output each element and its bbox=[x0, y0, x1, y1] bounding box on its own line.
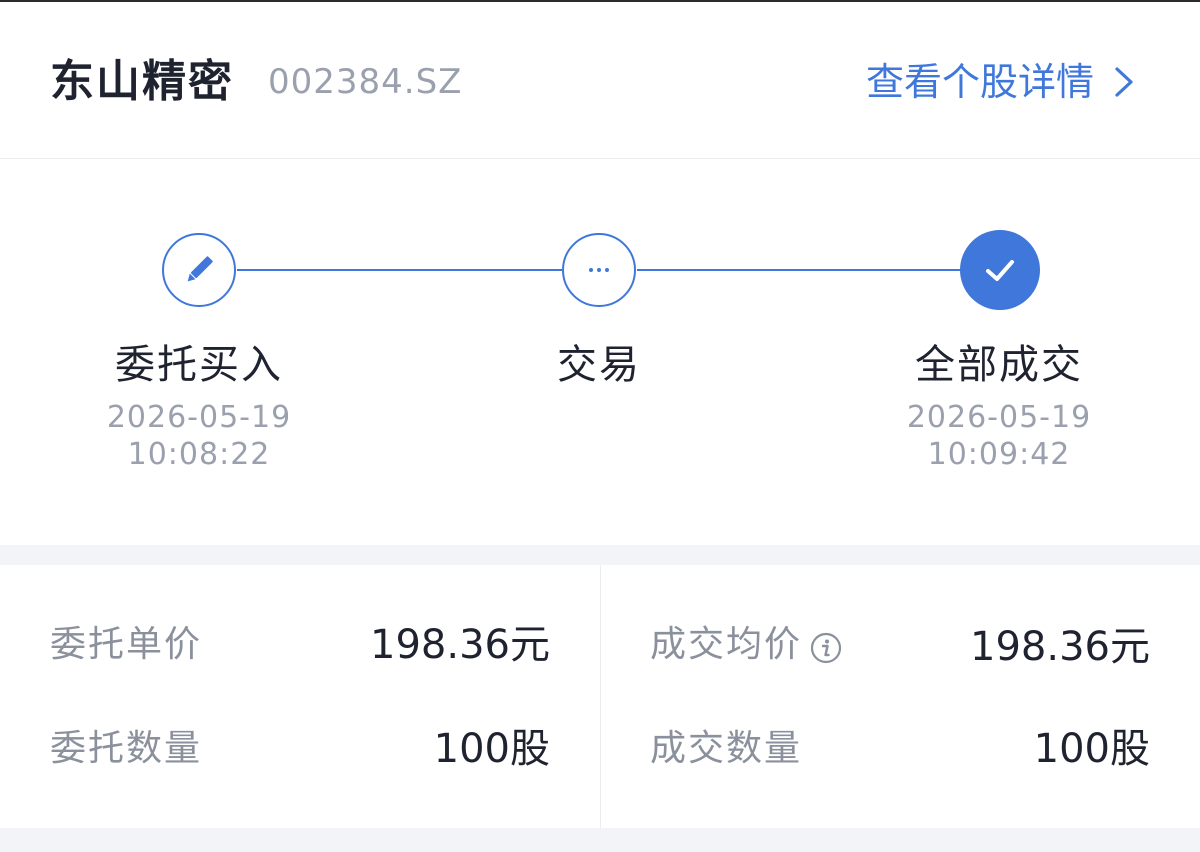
pencil-icon bbox=[187, 256, 213, 282]
info-icon[interactable] bbox=[810, 629, 842, 664]
fill-qty-label: 成交数量 bbox=[650, 728, 803, 769]
check-icon bbox=[986, 260, 1014, 281]
stock-name: 东山精密 bbox=[50, 56, 234, 107]
chevron-right-icon bbox=[1108, 62, 1138, 102]
avg-price-label-row: 成交均价 bbox=[650, 621, 842, 669]
progress-line bbox=[237, 269, 562, 271]
step-order-icon bbox=[162, 233, 236, 307]
step-label: 全部成交 bbox=[915, 342, 1083, 388]
column-divider bbox=[600, 565, 601, 828]
bottom-separator bbox=[0, 828, 1200, 852]
order-detail-grid: 委托单价 198.36元 委托数量 100股 成交均价 198.36元 成交数量… bbox=[0, 565, 1200, 828]
step-label: 委托买入 bbox=[115, 342, 283, 388]
step-date: 2026-05-19 bbox=[106, 400, 292, 435]
stock-code: 002384.SZ bbox=[268, 62, 463, 102]
order-price-value: 198.36元 bbox=[370, 622, 550, 668]
stock-header: 东山精密 002384.SZ 查看个股详情 bbox=[0, 2, 1200, 159]
order-qty-value: 100股 bbox=[433, 726, 550, 772]
step-label: 交易 bbox=[557, 342, 641, 388]
order-price-label: 委托单价 bbox=[50, 624, 203, 665]
order-qty-label: 委托数量 bbox=[50, 728, 203, 769]
step-filled-icon bbox=[960, 230, 1040, 310]
view-stock-detail-link[interactable]: 查看个股详情 bbox=[866, 56, 1138, 108]
section-separator bbox=[0, 545, 1200, 565]
order-progress: 委托买入 2026-05-19 10:08:22 交易 全部成交 2026-05… bbox=[0, 159, 1200, 545]
view-stock-detail-label: 查看个股详情 bbox=[865, 60, 1094, 104]
progress-line bbox=[637, 269, 962, 271]
avg-price-value: 198.36元 bbox=[970, 624, 1150, 670]
fill-qty-value: 100股 bbox=[1033, 726, 1150, 772]
ellipsis-icon bbox=[589, 268, 609, 272]
avg-price-label: 成交均价 bbox=[650, 624, 803, 665]
step-date: 2026-05-19 bbox=[906, 400, 1092, 435]
step-trade-icon bbox=[562, 233, 636, 307]
step-time: 10:08:22 bbox=[127, 437, 271, 472]
step-time: 10:09:42 bbox=[927, 437, 1071, 472]
